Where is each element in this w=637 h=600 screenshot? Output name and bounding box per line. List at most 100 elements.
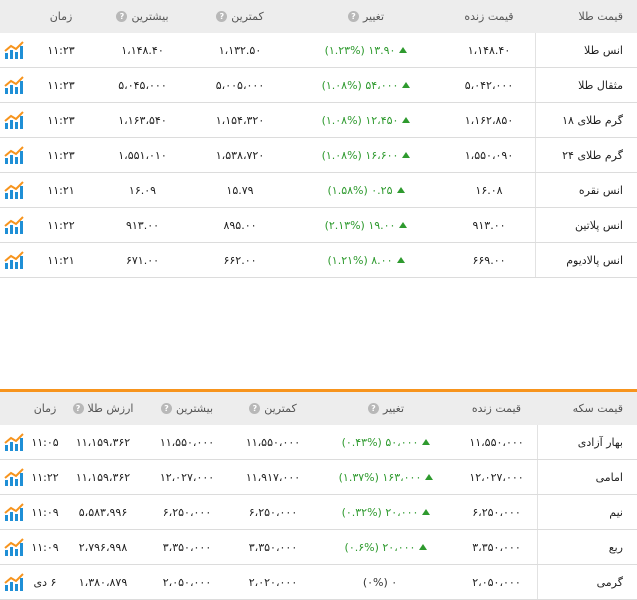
table-row[interactable]: بهار آزادی ۱۱،۵۵۰،۰۰۰ (۰.۴۳%) ۵۰،۰۰۰ ۱۱،۵۵۰… bbox=[0, 425, 637, 460]
header-gold-value-label: ارزش طلا bbox=[87, 402, 134, 415]
row-gold-value: ۲،۷۹۶،۹۹۸ bbox=[78, 540, 128, 554]
table-row[interactable]: انس طلا ۱،۱۴۸.۴۰ (۱.۲۳%) ۱۳.۹۰ ۱،۱۳۲.۵۰ ۱،۱۴… bbox=[0, 33, 637, 68]
table-row[interactable]: امامی ۱۲،۰۲۷،۰۰۰ (۱.۳۷%) ۱۶۳،۰۰۰ ۱۱،۹۱۷،۰۰۰… bbox=[0, 460, 637, 495]
row-change-value: (۰.۳۲%) ۲۰،۰۰۰ bbox=[341, 505, 419, 519]
help-icon[interactable]: ? bbox=[160, 403, 172, 414]
row-change-value: (۱.۲۱%) ۸.۰۰ bbox=[327, 253, 393, 267]
row-name: بهار آزادی bbox=[537, 425, 637, 459]
row-price: ۱،۱۴۸.۴۰ bbox=[467, 43, 511, 57]
mini-chart-icon[interactable] bbox=[0, 250, 28, 270]
row-name: امامی bbox=[537, 460, 637, 494]
mini-chart-icon[interactable] bbox=[0, 180, 28, 200]
table-row[interactable]: گرم طلای ۱۸ ۱،۱۶۲،۸۵۰ (۱.۰۸%) ۱۲،۴۵۰ ۱،۱۵۴،… bbox=[0, 103, 637, 138]
header-gold-price: قیمت طلا bbox=[578, 10, 623, 23]
row-low: ۱۵.۷۹ bbox=[226, 183, 254, 197]
help-icon[interactable]: ? bbox=[216, 11, 228, 22]
header-high-label: بیشترین bbox=[175, 402, 214, 415]
coin-price-table: قیمت سکه قیمت زنده تغییر ? کمترین ? بیشت… bbox=[0, 389, 637, 600]
row-low: ۵،۰۰۵،۰۰۰ bbox=[215, 78, 265, 92]
up-arrow-icon bbox=[402, 117, 411, 123]
row-change-value: (۱.۳۷%) ۱۶۳،۰۰۰ bbox=[338, 470, 422, 484]
row-low: ۱۱،۹۱۷،۰۰۰ bbox=[245, 470, 301, 484]
row-change: (۲.۱۳%) ۱۹.۰۰ bbox=[289, 219, 443, 232]
mini-chart-icon[interactable] bbox=[0, 40, 28, 60]
row-change: (۰.۳۲%) ۲۰،۰۰۰ bbox=[316, 506, 456, 519]
row-change-value: (۱.۲۳%) ۱۳.۹۰ bbox=[324, 43, 396, 57]
table-row[interactable]: نیم ۶،۲۵۰،۰۰۰ (۰.۳۲%) ۲۰،۰۰۰ ۶،۲۵۰،۰۰۰ ۶،۲۵۰… bbox=[0, 495, 637, 530]
mini-chart-icon[interactable] bbox=[0, 502, 28, 522]
row-time: ۱۱:۲۳ bbox=[47, 148, 75, 162]
row-name: گرم طلای ۲۴ bbox=[535, 138, 637, 172]
help-icon[interactable]: ? bbox=[367, 403, 379, 414]
row-high: ۶،۲۵۰،۰۰۰ bbox=[162, 505, 212, 519]
header-low-label: کمترین bbox=[264, 402, 297, 415]
help-icon[interactable]: ? bbox=[347, 11, 359, 22]
up-arrow-icon bbox=[402, 82, 411, 88]
row-change: (۰.۴۳%) ۵۰،۰۰۰ bbox=[316, 436, 456, 449]
row-high: ۳،۳۵۰،۰۰۰ bbox=[162, 540, 212, 554]
row-high: ۱۱،۵۵۰،۰۰۰ bbox=[159, 435, 215, 449]
row-time: ۱۱:۰۹ bbox=[31, 540, 59, 554]
table-row[interactable]: گرم طلای ۲۴ ۱،۵۵۰،۰۹۰ (۱.۰۸%) ۱۶،۶۰۰ ۱،۵۳۸،… bbox=[0, 138, 637, 173]
row-change-value: (۱.۰۸%) ۱۲،۴۵۰ bbox=[321, 113, 399, 127]
header-live-price: قیمت زنده bbox=[464, 10, 514, 23]
header-live-price: قیمت زنده bbox=[471, 402, 522, 415]
table-row[interactable]: انس پالادیوم ۶۶۹.۰۰ (۱.۲۱%) ۸.۰۰ ۶۶۲.۰۰ ۶۷۱.… bbox=[0, 243, 637, 278]
up-arrow-icon bbox=[396, 257, 405, 263]
mini-chart-icon[interactable] bbox=[0, 110, 28, 130]
table-row[interactable]: مثقال طلا ۵،۰۴۲،۰۰۰ (۱.۰۸%) ۵۴،۰۰۰ ۵،۰۰۵،۰۰… bbox=[0, 68, 637, 103]
row-high: ۹۱۳.۰۰ bbox=[125, 218, 160, 232]
mini-chart-icon[interactable] bbox=[0, 215, 28, 235]
header-low: کمترین ? bbox=[230, 402, 316, 415]
row-change-value: (۲.۱۳%) ۱۹.۰۰ bbox=[324, 218, 396, 232]
up-arrow-icon bbox=[422, 509, 431, 515]
row-price: ۱،۵۵۰،۰۹۰ bbox=[464, 148, 514, 162]
row-name: انس پالادیوم bbox=[535, 243, 637, 277]
header-change: تغییر ? bbox=[316, 402, 456, 415]
row-time: ۱۱:۲۱ bbox=[47, 253, 75, 267]
row-price: ۵،۰۴۲،۰۰۰ bbox=[464, 78, 514, 92]
row-time: ۱۱:۲۲ bbox=[47, 218, 75, 232]
table-row[interactable]: ربع ۳،۳۵۰،۰۰۰ (۰.۶%) ۲۰،۰۰۰ ۳،۳۵۰،۰۰۰ ۳،۳۵۰،… bbox=[0, 530, 637, 565]
coin-table-header: قیمت سکه قیمت زنده تغییر ? کمترین ? بیشت… bbox=[0, 392, 637, 425]
gold-price-table: قیمت طلا قیمت زنده تغییر ? کمترین ? بیشت… bbox=[0, 0, 637, 278]
up-arrow-icon bbox=[402, 152, 411, 158]
row-low: ۱۱،۵۵۰،۰۰۰ bbox=[245, 435, 301, 449]
row-high: ۱،۱۶۳،۵۴۰ bbox=[118, 113, 167, 127]
row-change: (۱.۳۷%) ۱۶۳،۰۰۰ bbox=[316, 471, 456, 484]
row-name: انس نقره bbox=[535, 173, 637, 207]
mini-chart-icon[interactable] bbox=[0, 537, 28, 557]
header-gold-value: ارزش طلا ? bbox=[62, 402, 144, 415]
help-icon[interactable]: ? bbox=[249, 403, 261, 414]
help-icon[interactable]: ? bbox=[116, 11, 128, 22]
up-arrow-icon bbox=[422, 439, 431, 445]
table-row[interactable]: انس پلاتین ۹۱۳.۰۰ (۲.۱۳%) ۱۹.۰۰ ۸۹۵.۰۰ ۹۱۳.۰… bbox=[0, 208, 637, 243]
row-change-value: (۱.۰۸%) ۱۶،۶۰۰ bbox=[321, 148, 399, 162]
row-time: ۱۱:۲۱ bbox=[47, 183, 75, 197]
mini-chart-icon[interactable] bbox=[0, 75, 28, 95]
mini-chart-icon[interactable] bbox=[0, 572, 28, 592]
header-high-label: بیشترین bbox=[131, 10, 169, 23]
row-gold-value: ۱،۳۸۰،۸۷۹ bbox=[78, 575, 128, 589]
row-low: ۱،۱۵۴،۳۲۰ bbox=[215, 113, 265, 127]
help-icon[interactable]: ? bbox=[72, 403, 84, 414]
header-time: زمان bbox=[33, 402, 57, 415]
row-high: ۱،۵۵۱،۰۱۰ bbox=[118, 148, 167, 162]
row-low: ۲،۰۲۰،۰۰۰ bbox=[248, 575, 298, 589]
up-arrow-icon bbox=[399, 47, 408, 53]
row-change: (۱.۵۸%) ۰.۲۵ bbox=[289, 184, 443, 197]
row-name: ربع bbox=[537, 530, 637, 564]
mini-chart-icon[interactable] bbox=[0, 432, 28, 452]
table-row[interactable]: گرمی ۲،۰۵۰،۰۰۰ (۰%) ۰ ۲،۰۲۰،۰۰۰ ۲،۰۵۰،۰۰۰ ۱،۳… bbox=[0, 565, 637, 600]
header-change-label: تغییر bbox=[362, 10, 385, 23]
row-change-value: (۱.۰۸%) ۵۴،۰۰۰ bbox=[321, 78, 399, 92]
mini-chart-icon[interactable] bbox=[0, 145, 28, 165]
mini-chart-icon[interactable] bbox=[0, 467, 28, 487]
row-high: ۱۲،۰۲۷،۰۰۰ bbox=[159, 470, 215, 484]
row-high: ۵،۰۴۵،۰۰۰ bbox=[118, 78, 167, 92]
row-time: ۱۱:۰۵ bbox=[31, 435, 59, 449]
row-time: ۱۱:۲۳ bbox=[47, 78, 75, 92]
row-change: (۱.۲۳%) ۱۳.۹۰ bbox=[289, 44, 443, 57]
table-row[interactable]: انس نقره ۱۶.۰۸ (۱.۵۸%) ۰.۲۵ ۱۵.۷۹ ۱۶.۰۹ ۱۱:۲۱ bbox=[0, 173, 637, 208]
row-change: (۱.۰۸%) ۵۴،۰۰۰ bbox=[289, 79, 443, 92]
